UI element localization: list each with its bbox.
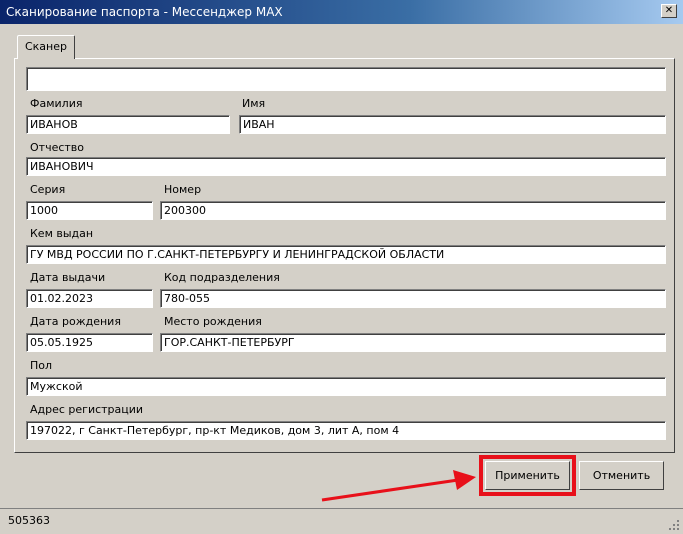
passport-scan-window: Сканирование паспорта - Мессенджер MAX ✕… bbox=[0, 0, 683, 534]
cancel-button[interactable]: Отменить bbox=[579, 461, 664, 490]
status-bar: 505363 bbox=[0, 508, 683, 534]
cancel-button-label: Отменить bbox=[592, 469, 651, 482]
resize-grip-icon[interactable] bbox=[668, 519, 680, 531]
arrow-shaft bbox=[321, 478, 459, 502]
apply-button-label: Применить bbox=[495, 469, 560, 482]
apply-button[interactable]: Применить bbox=[485, 461, 570, 490]
status-text: 505363 bbox=[8, 514, 50, 527]
tab-scanner[interactable]: Сканер bbox=[17, 35, 75, 59]
arrow-head bbox=[453, 470, 476, 490]
annotation-arrow bbox=[321, 470, 476, 502]
tab-scanner-label: Сканер bbox=[24, 40, 67, 53]
